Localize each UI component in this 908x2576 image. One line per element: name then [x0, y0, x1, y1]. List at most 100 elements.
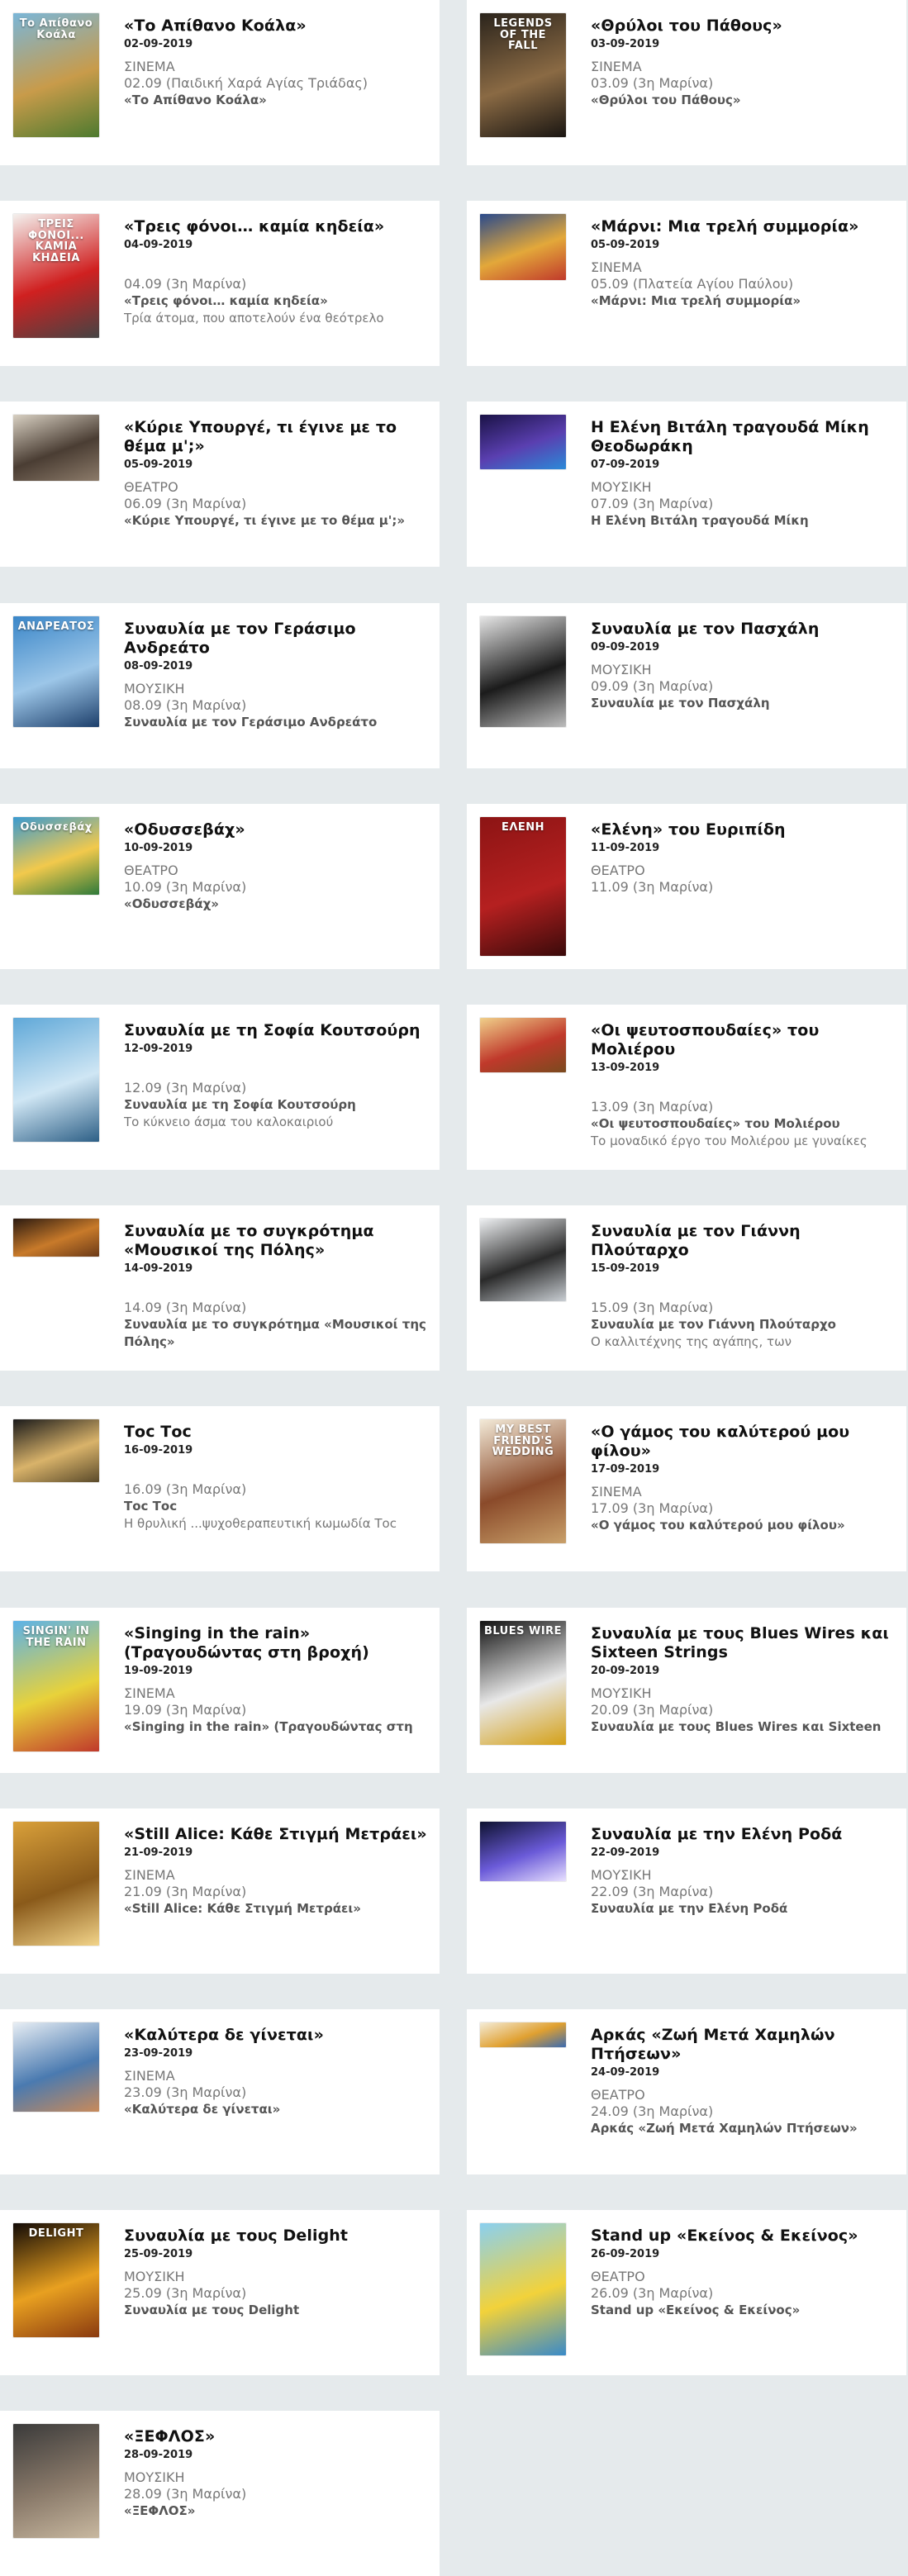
event-category	[591, 1082, 895, 1099]
event-title[interactable]: «Οδυσσεβάχ»	[124, 820, 428, 839]
event-card[interactable]: DELIGHT Συναυλία με τους Delight 25-09-201…	[0, 2210, 440, 2375]
event-card[interactable]: Συναυλία με τον Πασχάλη 09-09-2019 ΜΟΥΣΙΚΗ…	[467, 603, 906, 768]
event-card[interactable]: Οδυσσεβάχ «Οδυσσεβάχ» 10-09-2019 ΘΕΑΤΡΟ 10.0…	[0, 804, 440, 969]
event-poster-image[interactable]	[480, 214, 566, 280]
event-title[interactable]: Τοc Τοc	[124, 1423, 428, 1442]
event-card[interactable]: ΤΡΕΙΣ ΦΟΝΟΙ... ΚΑΜΙΑ ΚΗΔΕΙΑ «Τρεις φόνοι……	[0, 201, 440, 366]
event-poster-image[interactable]	[480, 1822, 566, 1881]
poster-title-text: ΕΛΕΝΗ	[501, 821, 545, 834]
poster-title-text: BLUES WIRE	[483, 1625, 563, 1637]
event-title[interactable]: Συναυλία με τη Σοφία Κουτσούρη	[124, 1021, 428, 1040]
event-poster-image[interactable]	[13, 2022, 99, 2112]
event-title[interactable]: «Θρύλοι του Πάθους»	[591, 17, 895, 36]
event-poster-image[interactable]: ΕΛΕΝΗ	[480, 817, 566, 956]
event-poster-image[interactable]: Οδυσσεβάχ	[13, 817, 99, 895]
event-card[interactable]: Συναυλία με το συγκρότημα «Μουσικοί της …	[0, 1205, 440, 1371]
event-info: Συναυλία με το συγκρότημα «Μουσικοί της …	[124, 1222, 428, 1351]
event-title[interactable]: Συναυλία με τους Blues Wires και Sixteen…	[591, 1624, 895, 1662]
event-date-venue: 10.09 (3η Μαρίνα)	[124, 879, 247, 895]
event-title[interactable]: «Το Απίθανο Κοάλα»	[124, 17, 428, 36]
event-info: «Οδυσσεβάχ» 10-09-2019 ΘΕΑΤΡΟ 10.09 (3η Μαρ…	[124, 820, 428, 913]
event-title[interactable]: Συναυλία με το συγκρότημα «Μουσικοί της …	[124, 1222, 428, 1260]
event-date: 22-09-2019	[591, 1846, 660, 1859]
event-poster-image[interactable]	[13, 1419, 99, 1482]
event-date-venue: 21.09 (3η Μαρίνα)	[124, 1884, 247, 1899]
event-title[interactable]: Συναυλία με τον Πασχάλη	[591, 620, 895, 639]
events-grid: Το Απίθανο Κοάλα «Το Απίθανο Κοάλα» 02-09-…	[0, 0, 908, 2576]
event-title[interactable]: «Ελένη» του Ευριπίδη	[591, 820, 895, 839]
event-title[interactable]: Αρκάς «Ζωή Μετά Χαμηλών Πτήσεων»	[591, 2026, 895, 2064]
event-card[interactable]: Stand up «Εκείνος & Εκείνος» 26-09-2019 ΘΕ…	[467, 2210, 906, 2375]
event-title[interactable]: Συναυλία με την Ελένη Ροδά	[591, 1825, 895, 1844]
event-date-venue: 17.09 (3η Μαρίνα)	[591, 1500, 714, 1516]
event-poster-image[interactable]: Το Απίθανο Κοάλα	[13, 13, 99, 137]
event-poster-image[interactable]	[480, 2223, 566, 2355]
event-poster-image[interactable]	[480, 2022, 566, 2047]
event-title[interactable]: «Singing in the rain» (Τραγουδώντας στη …	[124, 1624, 428, 1662]
event-poster-image[interactable]: LEGENDS OF THE FALL	[480, 13, 566, 137]
event-card[interactable]: Συναυλία με τη Σοφία Κουτσούρη 12-09-2019…	[0, 1005, 440, 1170]
event-date-venue: 15.09 (3η Μαρίνα)	[591, 1300, 714, 1315]
event-card[interactable]: BLUES WIRE Συναυλία με τους Blues Wires κ…	[467, 1608, 906, 1773]
event-poster-image[interactable]	[13, 2424, 99, 2538]
event-poster-image[interactable]: ΑΝΔΡΕΑΤΟΣ	[13, 616, 99, 727]
event-card[interactable]: Συναυλία με τον Γιάννη Πλούταρχο 15-09-20…	[467, 1205, 906, 1371]
event-poster-image[interactable]	[480, 1219, 566, 1301]
event-category: ΣΙΝΕΜΑ	[124, 1685, 175, 1701]
event-card[interactable]: «Κύριε Υπουργέ, τι έγινε με το θέμα μ';»…	[0, 402, 440, 567]
event-date-venue: 23.09 (3η Μαρίνα)	[124, 2084, 247, 2100]
event-title[interactable]: «ΞΕΦΛΟΣ»	[124, 2427, 428, 2446]
event-subtitle: Συναυλία με τον Γεράσιμο Ανδρεάτο	[124, 715, 378, 730]
event-date-venue: 02.09 (Παιδική Χαρά Αγίας Τριάδας)	[124, 75, 368, 91]
event-category: ΣΙΝΕΜΑ	[591, 1484, 642, 1499]
event-title[interactable]: Συναυλία με τους Delight	[124, 2227, 428, 2246]
event-date: 24-09-2019	[591, 2066, 660, 2079]
event-card[interactable]: «Οι ψευτοσπουδαίες» του Μολιέρου 13-09-20…	[467, 1005, 906, 1170]
event-card[interactable]: «Καλύτερα δε γίνεται» 23-09-2019 ΣΙΝΕΜΑ 23.…	[0, 2009, 440, 2174]
event-poster-image[interactable]	[13, 415, 99, 481]
event-title[interactable]: Συναυλία με τον Γεράσιμο Ανδρεάτο	[124, 620, 428, 658]
event-date: 02-09-2019	[124, 38, 193, 50]
event-title[interactable]: «Μάρνι: Μια τρελή συμμορία»	[591, 217, 895, 236]
event-date-venue: 26.09 (3η Μαρίνα)	[591, 2285, 714, 2301]
event-title[interactable]: «Κύριε Υπουργέ, τι έγινε με το θέμα μ';»	[124, 418, 428, 456]
event-card[interactable]: «ΞΕΦΛΟΣ» 28-09-2019 ΜΟΥΣΙΚΗ 28.09 (3η Μαρίν…	[0, 2411, 440, 2576]
event-card[interactable]: Η Ελένη Βιτάλη τραγουδά Μίκη Θεοδωράκη 07…	[467, 402, 906, 567]
event-poster-image[interactable]: BLUES WIRE	[480, 1621, 566, 1745]
event-card[interactable]: Συναυλία με την Ελένη Ροδά 22-09-2019 ΜΟΥΣ…	[467, 1808, 906, 1974]
event-poster-image[interactable]: MY BEST FRIEND'S WEDDING	[480, 1419, 566, 1543]
event-title[interactable]: «Τρεις φόνοι… καμία κηδεία»	[124, 217, 428, 236]
event-title[interactable]: Η Ελένη Βιτάλη τραγουδά Μίκη Θεοδωράκη	[591, 418, 895, 456]
event-card[interactable]: MY BEST FRIEND'S WEDDING «Ο γάμος του καλ…	[467, 1406, 906, 1571]
event-poster-image[interactable]: DELIGHT	[13, 2223, 99, 2337]
event-card[interactable]: Αρκάς «Ζωή Μετά Χαμηλών Πτήσεων» 24-09-20…	[467, 2009, 906, 2174]
event-poster-image[interactable]	[480, 415, 566, 469]
event-card[interactable]: Τοc Τοc 16-09-2019 16.09 (3η Μαρίνα) Τοc Το…	[0, 1406, 440, 1571]
event-category: ΣΙΝΕΜΑ	[124, 2068, 175, 2084]
event-card[interactable]: «Μάρνι: Μια τρελή συμμορία» 05-09-2019 ΣΙΝ…	[467, 201, 906, 366]
event-subtitle: Stand up «Εκείνος & Εκείνος»	[591, 2303, 801, 2317]
event-poster-image[interactable]	[480, 1018, 566, 1072]
event-poster-image[interactable]: SINGIN' IN THE RAIN	[13, 1621, 99, 1751]
event-card[interactable]: Το Απίθανο Κοάλα «Το Απίθανο Κοάλα» 02-09-…	[0, 0, 440, 165]
event-card[interactable]: SINGIN' IN THE RAIN «Singing in the rain»…	[0, 1608, 440, 1773]
event-card[interactable]: ΕΛΕΝΗ «Ελένη» του Ευριπίδη 11-09-2019 ΘΕΑΤΡ…	[467, 804, 906, 969]
event-card[interactable]: «Still Alice: Κάθε Στιγμή Μετράει» 21-09-…	[0, 1808, 440, 1974]
event-title[interactable]: «Καλύτερα δε γίνεται»	[124, 2026, 428, 2045]
event-poster-image[interactable]: ΤΡΕΙΣ ΦΟΝΟΙ... ΚΑΜΙΑ ΚΗΔΕΙΑ	[13, 214, 99, 338]
event-card[interactable]: ΑΝΔΡΕΑΤΟΣ Συναυλία με τον Γεράσιμο Ανδρεά…	[0, 603, 440, 768]
event-poster-image[interactable]	[13, 1822, 99, 1946]
event-title[interactable]: «Ο γάμος του καλύτερού μου φίλου»	[591, 1423, 895, 1461]
event-poster-image[interactable]	[480, 616, 566, 727]
event-title[interactable]: «Οι ψευτοσπουδαίες» του Μολιέρου	[591, 1021, 895, 1059]
event-title[interactable]: «Still Alice: Κάθε Στιγμή Μετράει»	[124, 1825, 428, 1844]
event-card[interactable]: LEGENDS OF THE FALL «Θρύλοι του Πάθους» 03…	[467, 0, 906, 165]
event-date: 04-09-2019	[124, 239, 193, 251]
event-subtitle: Συναυλία με τον Γιάννη Πλούταρχο	[591, 1317, 836, 1332]
event-poster-image[interactable]	[13, 1219, 99, 1257]
event-poster-image[interactable]	[13, 1018, 99, 1142]
event-subtitle: «Το Απίθανο Κοάλα»	[124, 93, 267, 107]
event-category: ΘΕΑΤΡΟ	[124, 479, 178, 495]
event-title[interactable]: Stand up «Εκείνος & Εκείνος»	[591, 2227, 895, 2246]
event-title[interactable]: Συναυλία με τον Γιάννη Πλούταρχο	[591, 1222, 895, 1260]
